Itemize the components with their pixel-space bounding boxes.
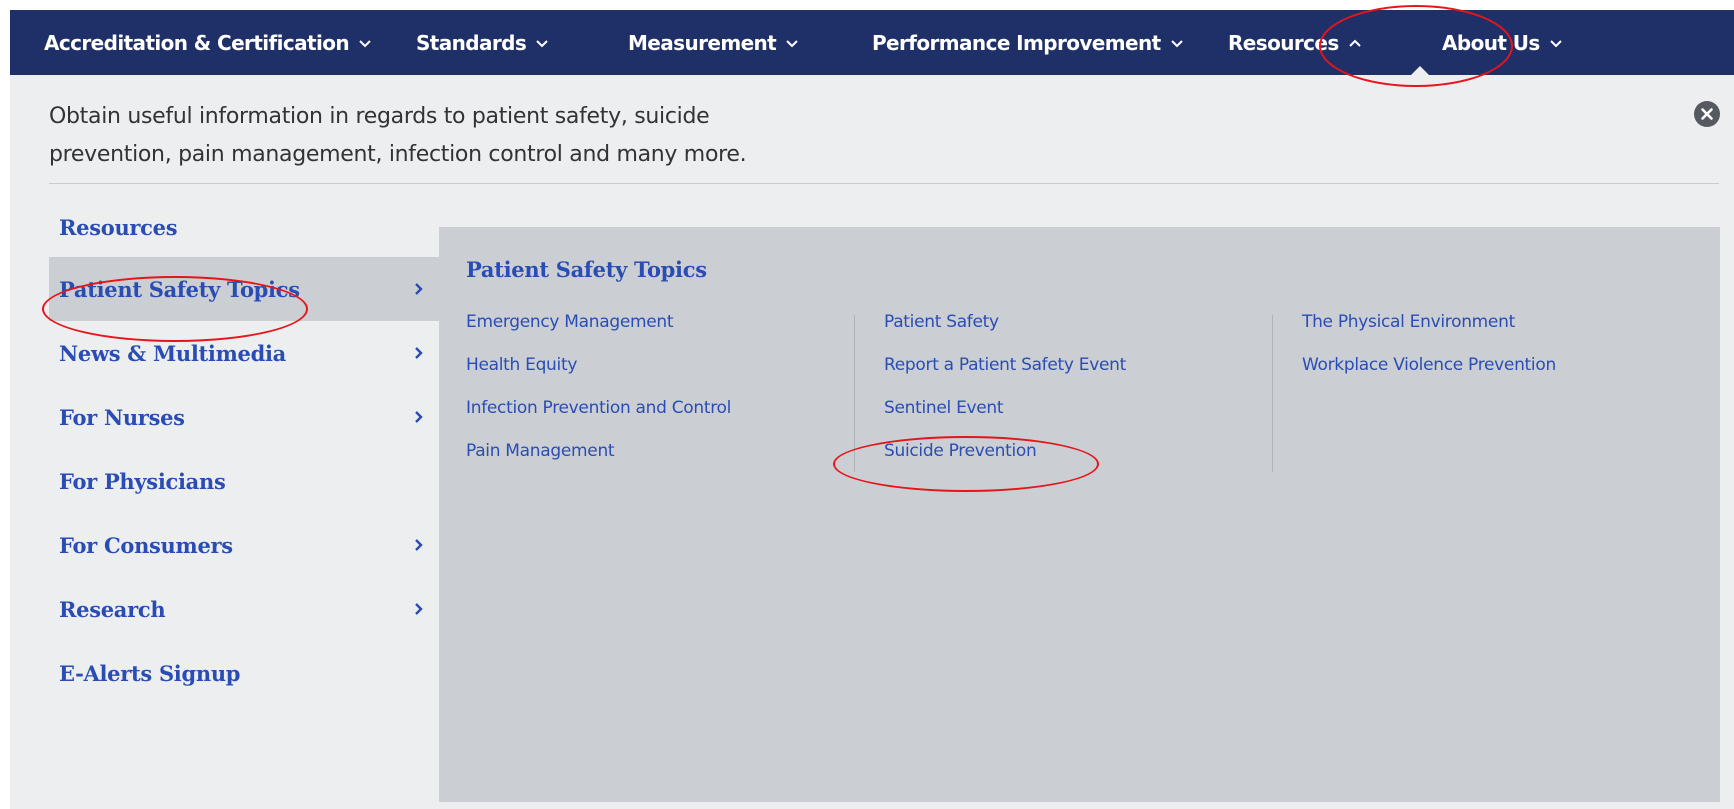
active-nav-caret (1410, 66, 1430, 76)
chevron-down-icon (1548, 35, 1564, 51)
submenu-item-news-multimedia[interactable]: News & Multimedia (49, 321, 439, 385)
chevron-down-icon (534, 35, 550, 51)
chevron-down-icon (1169, 35, 1185, 51)
nav-standards[interactable]: Standards (416, 10, 550, 75)
chevron-down-icon (784, 35, 800, 51)
chevron-down-icon (357, 35, 373, 51)
patient-safety-topics-panel: Patient Safety Topics Emergency Manageme… (439, 227, 1720, 802)
submenu-item-research[interactable]: Research (49, 577, 439, 641)
submenu-item-label: For Physicians (59, 468, 226, 494)
submenu-item-patient-safety-topics[interactable]: Patient Safety Topics (49, 257, 439, 321)
divider (49, 183, 1719, 184)
topic-link-workplace-violence-prevention[interactable]: Workplace Violence Prevention (1302, 350, 1692, 393)
chevron-up-icon (1347, 35, 1363, 51)
topic-link-pain-management[interactable]: Pain Management (466, 436, 856, 479)
nav-label: Performance Improvement (872, 30, 1161, 55)
chevron-right-icon (414, 346, 424, 360)
submenu-item-label: Patient Safety Topics (59, 276, 300, 302)
chevron-right-icon (414, 538, 424, 552)
mega-menu-frame: Accreditation & Certification Standards … (10, 5, 1734, 809)
top-navigation-bar: Accreditation & Certification Standards … (10, 10, 1734, 76)
submenu-item-label: News & Multimedia (59, 340, 286, 366)
submenu-heading-resources[interactable]: Resources (59, 215, 178, 240)
submenu-item-label: E-Alerts Signup (59, 660, 241, 686)
topic-link-suicide-prevention[interactable]: Suicide Prevention (884, 436, 1274, 479)
nav-label: Accreditation & Certification (44, 30, 350, 55)
topic-link-physical-environment[interactable]: The Physical Environment (1302, 307, 1692, 350)
nav-performance-improvement[interactable]: Performance Improvement (872, 10, 1185, 75)
panel-title: Patient Safety Topics (466, 257, 707, 282)
submenu-item-for-nurses[interactable]: For Nurses (49, 385, 439, 449)
submenu-item-for-physicians[interactable]: For Physicians (49, 449, 439, 513)
chevron-right-icon (414, 282, 424, 296)
submenu-item-label: For Consumers (59, 532, 233, 558)
nav-measurement[interactable]: Measurement (628, 10, 800, 75)
topic-link-report-patient-safety-event[interactable]: Report a Patient Safety Event (884, 350, 1274, 393)
topic-link-sentinel-event[interactable]: Sentinel Event (884, 393, 1274, 436)
nav-accreditation-certification[interactable]: Accreditation & Certification (44, 10, 373, 75)
nav-label: About Us (1442, 30, 1540, 55)
close-icon[interactable] (1694, 101, 1720, 127)
dropdown-description: Obtain useful information in regards to … (49, 104, 747, 167)
nav-about-us[interactable]: About Us (1442, 10, 1564, 75)
chevron-right-icon (414, 602, 424, 616)
submenu-item-label: Research (59, 596, 166, 622)
topics-column-2: Patient Safety Report a Patient Safety E… (884, 307, 1274, 479)
topic-link-infection-prevention-control[interactable]: Infection Prevention and Control (466, 393, 856, 436)
topics-column-3: The Physical Environment Workplace Viole… (1302, 307, 1692, 393)
column-divider (854, 315, 855, 472)
topic-link-health-equity[interactable]: Health Equity (466, 350, 856, 393)
nav-resources[interactable]: Resources (1228, 10, 1363, 75)
chevron-right-icon (414, 410, 424, 424)
column-divider (1272, 315, 1273, 472)
topic-link-patient-safety[interactable]: Patient Safety (884, 307, 1274, 350)
submenu-item-label: For Nurses (59, 404, 185, 430)
topics-column-1: Emergency Management Health Equity Infec… (466, 307, 856, 479)
topic-link-emergency-management[interactable]: Emergency Management (466, 307, 856, 350)
nav-label: Standards (416, 30, 527, 55)
submenu-item-for-consumers[interactable]: For Consumers (49, 513, 439, 577)
nav-label: Measurement (628, 30, 777, 55)
submenu-item-e-alerts-signup[interactable]: E-Alerts Signup (49, 641, 439, 705)
nav-label: Resources (1228, 30, 1339, 55)
